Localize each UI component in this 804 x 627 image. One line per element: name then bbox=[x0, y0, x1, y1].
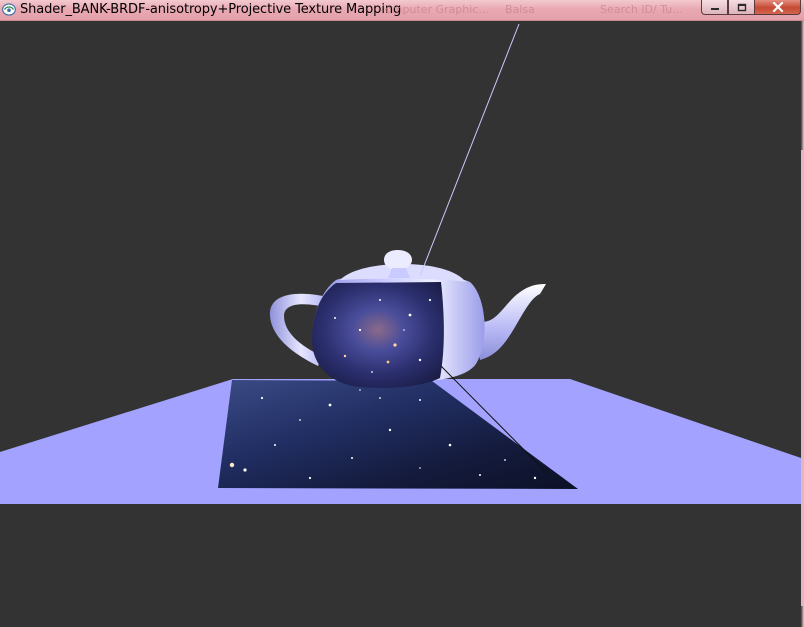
title-bar[interactable]: Shader_BANK-BRDF-anisotropy+Projective T… bbox=[0, 0, 804, 21]
close-button[interactable] bbox=[755, 0, 801, 15]
app-window: Shader_BANK-BRDF-anisotropy+Projective T… bbox=[0, 0, 804, 627]
ghost-tab-3: Search ID/ Tu... bbox=[600, 3, 683, 16]
projected-texture-teapot bbox=[312, 282, 444, 388]
minimize-icon bbox=[710, 8, 719, 10]
window-controls bbox=[701, 0, 801, 16]
minimize-button[interactable] bbox=[701, 0, 728, 15]
maximize-icon bbox=[737, 3, 746, 11]
window-title: Shader_BANK-BRDF-anisotropy+Projective T… bbox=[20, 2, 402, 17]
maximize-button[interactable] bbox=[728, 0, 755, 15]
ghost-tab-2: Balsa bbox=[505, 3, 535, 16]
ghost-tab-1: omputer Graphic... bbox=[385, 3, 489, 16]
close-icon bbox=[772, 2, 783, 12]
render-viewport[interactable] bbox=[0, 21, 804, 627]
app-icon bbox=[2, 3, 16, 16]
